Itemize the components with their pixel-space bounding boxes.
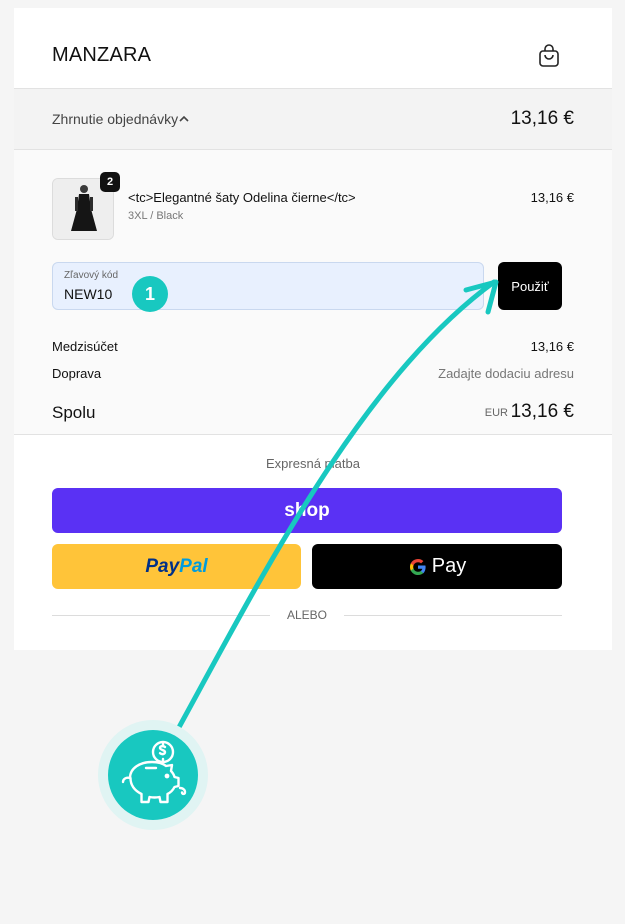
divider-left [52, 615, 270, 616]
piggy-bank-icon [121, 740, 187, 804]
total-value: 13,16 € [510, 401, 574, 422]
shopping-bag-icon[interactable] [538, 44, 560, 68]
product-name: <tc>Elegantné šaty Odelina čierne</tc> [128, 190, 356, 205]
paypal-button[interactable]: Pay Pal [52, 544, 301, 589]
total-label: Spolu [52, 403, 96, 422]
shipping-value: Zadajte dodaciu adresu [438, 366, 574, 381]
or-divider-label: ALEBO [286, 608, 328, 622]
brand-logo[interactable]: MANZARA [52, 44, 151, 67]
product-price: 13,16 € [530, 190, 574, 205]
order-summary-label: Zhrnutie objednávky [52, 111, 179, 127]
chevron-up-icon [179, 115, 189, 122]
subtotal-value: 13,16 € [530, 339, 574, 354]
discount-code-label: Zľavový kód [64, 270, 119, 281]
total-currency: EUR [484, 407, 508, 419]
express-checkout-label: Expresná platba [266, 456, 360, 471]
checkout-card: MANZARA Zhrnutie objednávky 13,16 € 2 <t… [14, 8, 612, 650]
step-number-badge: 1 [132, 276, 168, 312]
google-g-icon [409, 558, 426, 575]
shop-pay-button[interactable]: shop [52, 488, 562, 533]
shipping-label: Doprava [52, 366, 102, 381]
discount-code-value[interactable]: NEW10 [64, 286, 112, 302]
order-summary-total: 13,16 € [510, 108, 574, 129]
product-variant: 3XL / Black [128, 210, 184, 222]
subtotal-label: Medzisúčet [52, 339, 118, 354]
order-summary-toggle[interactable]: Zhrnutie objednávky 13,16 € [14, 88, 612, 150]
google-pay-label: Pay [431, 555, 467, 577]
paypal-label-pal: Pal [179, 555, 208, 577]
checkout-header: MANZARA [14, 8, 612, 88]
discount-code-input[interactable]: Zľavový kód NEW10 [52, 262, 484, 310]
shop-pay-label: shop [284, 499, 330, 521]
piggy-bank-badge [108, 730, 198, 820]
divider-right [344, 615, 562, 616]
order-details: 2 <tc>Elegantné šaty Odelina čierne</tc>… [14, 150, 612, 435]
paypal-label-pay: Pay [145, 555, 180, 577]
google-pay-button[interactable]: Pay [312, 544, 562, 589]
quantity-badge: 2 [100, 172, 120, 192]
apply-discount-button[interactable]: Použiť [498, 262, 562, 310]
